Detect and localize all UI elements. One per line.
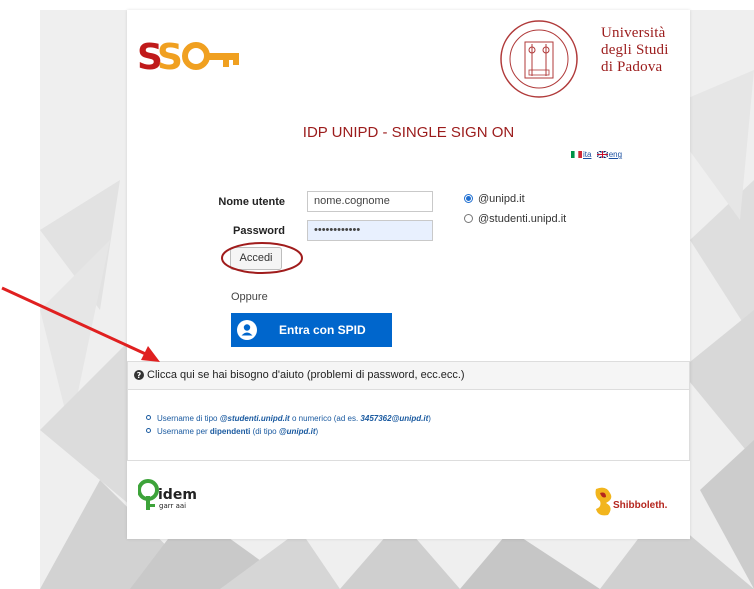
help-text-bold: @studenti.unipd.it [219, 414, 290, 423]
university-name-line-3: di Padova [601, 59, 663, 75]
domain-option-studenti[interactable]: @studenti.unipd.it [464, 213, 566, 225]
italy-flag-icon [571, 151, 582, 159]
domain-option-label: @unipd.it [478, 193, 525, 205]
university-name-line-1: Università [601, 25, 666, 41]
password-label: Password [233, 225, 285, 237]
domain-option-label: @studenti.unipd.it [478, 213, 567, 225]
spid-button-label: Entra con SPID [279, 323, 366, 337]
password-input[interactable]: •••••••••••• [307, 220, 433, 241]
highlight-circle [221, 242, 303, 274]
question-icon: ? [134, 370, 144, 380]
idem-garr-logo-icon: idem garr aai [138, 479, 197, 510]
bullet-icon [146, 428, 151, 433]
help-panel-title[interactable]: Clicca qui se hai bisogno d'aiuto (probl… [147, 369, 465, 381]
svg-text:S: S [157, 37, 181, 75]
bullet-icon [146, 415, 151, 420]
help-text-bold: 3457362@unipd.it [360, 414, 429, 423]
help-item-dipendenti: Username per dipendenti (di tipo @unipd.… [146, 427, 318, 436]
page-title: IDP UNIPD - SINGLE SIGN ON [302, 124, 515, 141]
university-name-line-2: degli Studi [601, 42, 669, 58]
help-text-bold: dipendenti [209, 427, 251, 436]
or-label: Oppure [231, 291, 268, 303]
shibboleth-text: Shibboleth. [613, 500, 668, 511]
university-seal-icon [500, 20, 578, 98]
language-switcher: ita eng [571, 150, 622, 159]
help-text-bold: @unipd.it [278, 427, 316, 436]
spid-login-button[interactable]: Entra con SPID [231, 313, 392, 347]
username-label: Nome utente [218, 196, 285, 208]
help-panel: ? Clicca qui se hai bisogno d'aiuto (pro… [127, 361, 690, 461]
domain-option-unipd[interactable]: @unipd.it [464, 193, 525, 205]
help-text: o numerico (ad es. [289, 414, 361, 423]
svg-text:?: ? [137, 371, 142, 380]
language-eng-link[interactable]: eng [609, 150, 622, 159]
login-card: S S Università degli Studi di Padova IDP… [127, 10, 690, 539]
username-input[interactable]: nome.cognome [307, 191, 433, 212]
user-icon [237, 320, 257, 340]
sso-logo-icon: S S [137, 37, 239, 75]
help-text: Username per [157, 427, 210, 436]
idem-text: idem [158, 487, 197, 503]
help-item-studenti: Username di tipo @studenti.unipd.it o nu… [146, 414, 431, 423]
help-panel-header[interactable]: ? Clicca qui se hai bisogno d'aiuto (pro… [128, 362, 689, 390]
help-text: Username di tipo [157, 414, 220, 423]
help-text: ) [315, 427, 319, 436]
garr-text: garr aai [159, 502, 186, 510]
language-ita-link[interactable]: ita [583, 150, 591, 159]
radio-unselected-icon[interactable] [464, 214, 473, 223]
help-text: ) [428, 414, 431, 423]
radio-selected-icon[interactable] [464, 194, 473, 203]
help-text: (di tipo [250, 427, 279, 436]
uk-flag-icon [596, 151, 608, 159]
